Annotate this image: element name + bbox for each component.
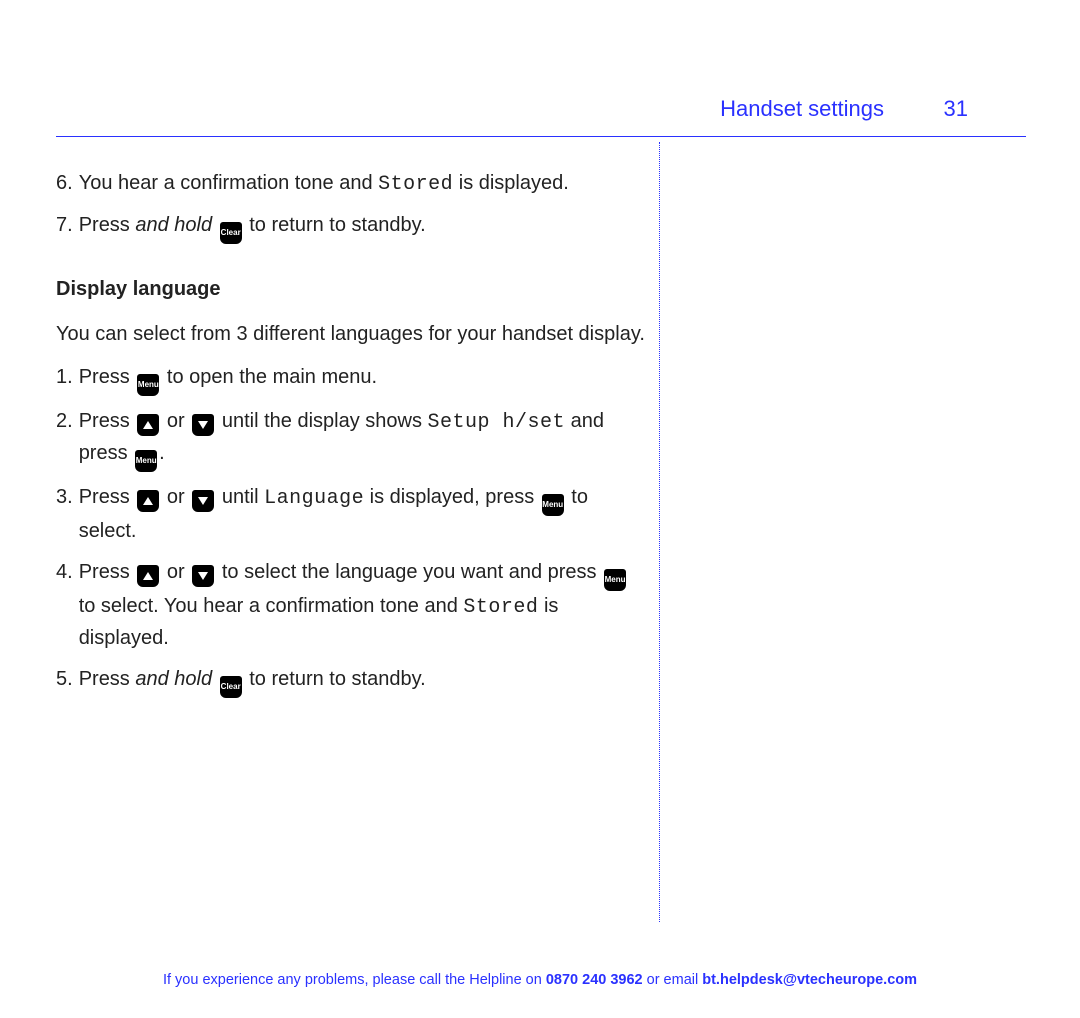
step-text: Press and hold Clear to return to standb… — [79, 664, 646, 698]
dl-step-4: 4. Press or to select the language you w… — [56, 557, 646, 654]
step-number: 1. — [56, 362, 73, 396]
text: to open the main menu. — [161, 366, 377, 388]
page-number: 31 — [944, 96, 968, 122]
text: Press — [79, 214, 136, 236]
step-number: 2. — [56, 406, 73, 472]
up-key-icon — [137, 490, 159, 512]
text: to return to standby. — [249, 668, 425, 690]
menu-key-icon: Menu — [604, 569, 626, 591]
step-7: 7. Press and hold Clear to return to sta… — [56, 210, 646, 244]
text: Press — [79, 366, 136, 388]
text: . — [159, 442, 165, 464]
screen-text-language: Language — [264, 487, 364, 510]
text: is displayed. — [453, 172, 569, 194]
column-divider — [659, 142, 660, 922]
step-text: Press or to select the language you want… — [79, 557, 646, 654]
text: Press — [79, 668, 136, 690]
page-footer: If you experience any problems, please c… — [0, 972, 1080, 988]
step-text: You hear a confirmation tone and Stored … — [79, 168, 646, 200]
screen-text-stored: Stored — [463, 596, 538, 619]
menu-key-icon: Menu — [137, 374, 159, 396]
emphasis: and hold — [135, 668, 212, 690]
header-title: Handset settings — [720, 96, 884, 122]
down-key-icon — [192, 490, 214, 512]
up-key-icon — [137, 414, 159, 436]
page: Handset settings 31 6. You hear a confir… — [0, 0, 1080, 1018]
step-text: Press or until Language is displayed, pr… — [79, 482, 646, 547]
footer-text: If you experience any problems, please c… — [163, 972, 546, 988]
section-heading-display-language: Display language — [56, 274, 646, 305]
dl-step-2: 2. Press or until the display shows Setu… — [56, 406, 646, 472]
menu-key-icon: Menu — [542, 494, 564, 516]
main-column: 6. You hear a confirmation tone and Stor… — [56, 168, 646, 708]
down-key-icon — [192, 414, 214, 436]
dl-step-5: 5. Press and hold Clear to return to sta… — [56, 664, 646, 698]
text: or — [161, 561, 190, 583]
text: is displayed, press — [364, 486, 540, 508]
clear-key-icon: Clear — [220, 222, 242, 244]
down-key-icon — [192, 565, 214, 587]
text: to return to standby. — [249, 214, 425, 236]
section-intro: You can select from 3 different language… — [56, 319, 646, 350]
text: Press — [79, 410, 136, 432]
text: You hear a confirmation tone and — [79, 172, 378, 194]
clear-key-icon: Clear — [220, 676, 242, 698]
menu-key-icon: Menu — [135, 450, 157, 472]
step-number: 4. — [56, 557, 73, 654]
footer-phone: 0870 240 3962 — [546, 972, 643, 988]
up-key-icon — [137, 565, 159, 587]
dl-step-3: 3. Press or until Language is displayed,… — [56, 482, 646, 547]
step-text: Press and hold Clear to return to standb… — [79, 210, 646, 244]
footer-email: bt.helpdesk@vtecheurope.com — [702, 972, 917, 988]
header-rule — [56, 136, 1026, 137]
text: to select the language you want and pres… — [216, 561, 602, 583]
text: until the display shows — [216, 410, 427, 432]
text: or — [161, 486, 190, 508]
step-number: 7. — [56, 210, 73, 244]
step-6: 6. You hear a confirmation tone and Stor… — [56, 168, 646, 200]
text: Press — [79, 486, 136, 508]
step-number: 3. — [56, 482, 73, 547]
text: Press — [79, 561, 136, 583]
emphasis: and hold — [135, 214, 212, 236]
step-number: 5. — [56, 664, 73, 698]
text: or — [161, 410, 190, 432]
text: to select. You hear a confirmation tone … — [79, 595, 464, 617]
screen-text-stored: Stored — [378, 173, 453, 196]
page-header: Handset settings 31 — [56, 96, 1024, 126]
step-number: 6. — [56, 168, 73, 200]
dl-step-1: 1. Press Menu to open the main menu. — [56, 362, 646, 396]
footer-text: or email — [643, 972, 703, 988]
text: until — [216, 486, 264, 508]
step-text: Press Menu to open the main menu. — [79, 362, 646, 396]
step-text: Press or until the display shows Setup h… — [79, 406, 646, 472]
screen-text-setup: Setup h/set — [428, 411, 566, 434]
